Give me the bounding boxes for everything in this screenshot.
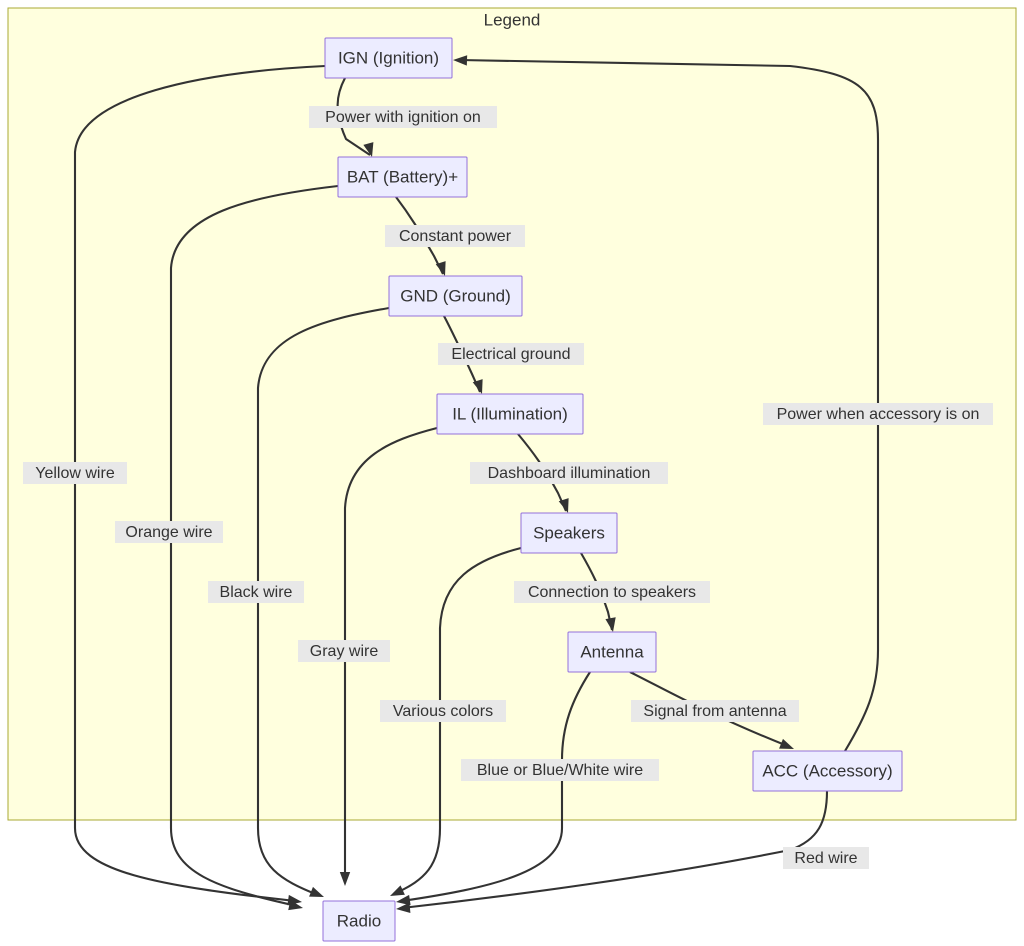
node-label: Radio <box>337 911 381 930</box>
edge-label-bat-gnd: Constant power <box>385 225 525 247</box>
edge-arrowhead <box>309 886 324 897</box>
node-label: IGN (Ignition) <box>338 48 439 67</box>
edge-label-text: Connection to speakers <box>528 584 696 601</box>
edge-label-antenna-radio: Blue or Blue/White wire <box>461 759 659 781</box>
edge-label-acc-ign: Power when accessory is on <box>763 403 993 425</box>
flowchart-diagram: Legend Power with ignition on Constant po… <box>0 0 1024 946</box>
node-antenna[interactable]: Antenna <box>567 631 657 673</box>
edge-arrowhead <box>390 885 405 896</box>
node-label: IL (Illumination) <box>452 404 568 423</box>
edge-label-text: Power when accessory is on <box>777 406 980 423</box>
edge-label-ign-bat: Power with ignition on <box>309 106 497 128</box>
node-radio[interactable]: Radio <box>322 900 396 942</box>
edge-label-acc-radio: Red wire <box>783 847 869 869</box>
edge-label-gnd-radio: Black wire <box>208 581 304 603</box>
edge-label-bat-radio: Orange wire <box>115 521 223 543</box>
node-bat[interactable]: BAT (Battery)+ <box>337 156 468 198</box>
legend-title: Legend <box>484 10 541 29</box>
edge-label-text: Electrical ground <box>451 346 570 363</box>
edge-label-text: Various colors <box>393 703 493 720</box>
node-label: BAT (Battery)+ <box>347 167 458 186</box>
edge-label-text: Orange wire <box>125 524 212 541</box>
edge-label-text: Gray wire <box>310 643 379 660</box>
edge-label-text: Black wire <box>220 584 293 601</box>
edge-label-speakers-radio: Various colors <box>380 700 506 722</box>
edge-arrowhead <box>339 872 351 886</box>
edge-label-text: Yellow wire <box>35 465 115 482</box>
node-label: ACC (Accessory) <box>762 761 892 780</box>
node-ign[interactable]: IGN (Ignition) <box>324 37 453 79</box>
edge-label-text: Power with ignition on <box>325 109 481 126</box>
edge-label-text: Signal from antenna <box>643 703 786 720</box>
edge-label-gnd-il: Electrical ground <box>438 343 584 365</box>
node-il[interactable]: IL (Illumination) <box>436 393 584 435</box>
edge-label-speakers-antenna: Connection to speakers <box>514 581 710 603</box>
node-label: GND (Ground) <box>400 286 511 305</box>
edge-label-text: Dashboard illumination <box>488 465 651 482</box>
edge-label-text: Blue or Blue/White wire <box>477 762 643 779</box>
node-acc[interactable]: ACC (Accessory) <box>752 750 903 792</box>
node-label: Antenna <box>580 642 644 661</box>
edge-label-il-radio: Gray wire <box>298 640 390 662</box>
edge-label-antenna-acc: Signal from antenna <box>631 700 799 722</box>
edge-arrowhead <box>396 902 411 913</box>
edge-label-ign-radio: Yellow wire <box>23 462 127 484</box>
node-gnd[interactable]: GND (Ground) <box>388 275 523 317</box>
edge-label-text: Constant power <box>399 228 512 245</box>
node-label: Speakers <box>533 523 605 542</box>
flowchart-canvas: Legend Power with ignition on Constant po… <box>7 7 1017 942</box>
edge-label-text: Red wire <box>794 850 857 867</box>
edge-label-il-speakers: Dashboard illumination <box>470 462 668 484</box>
node-speakers[interactable]: Speakers <box>520 512 618 554</box>
